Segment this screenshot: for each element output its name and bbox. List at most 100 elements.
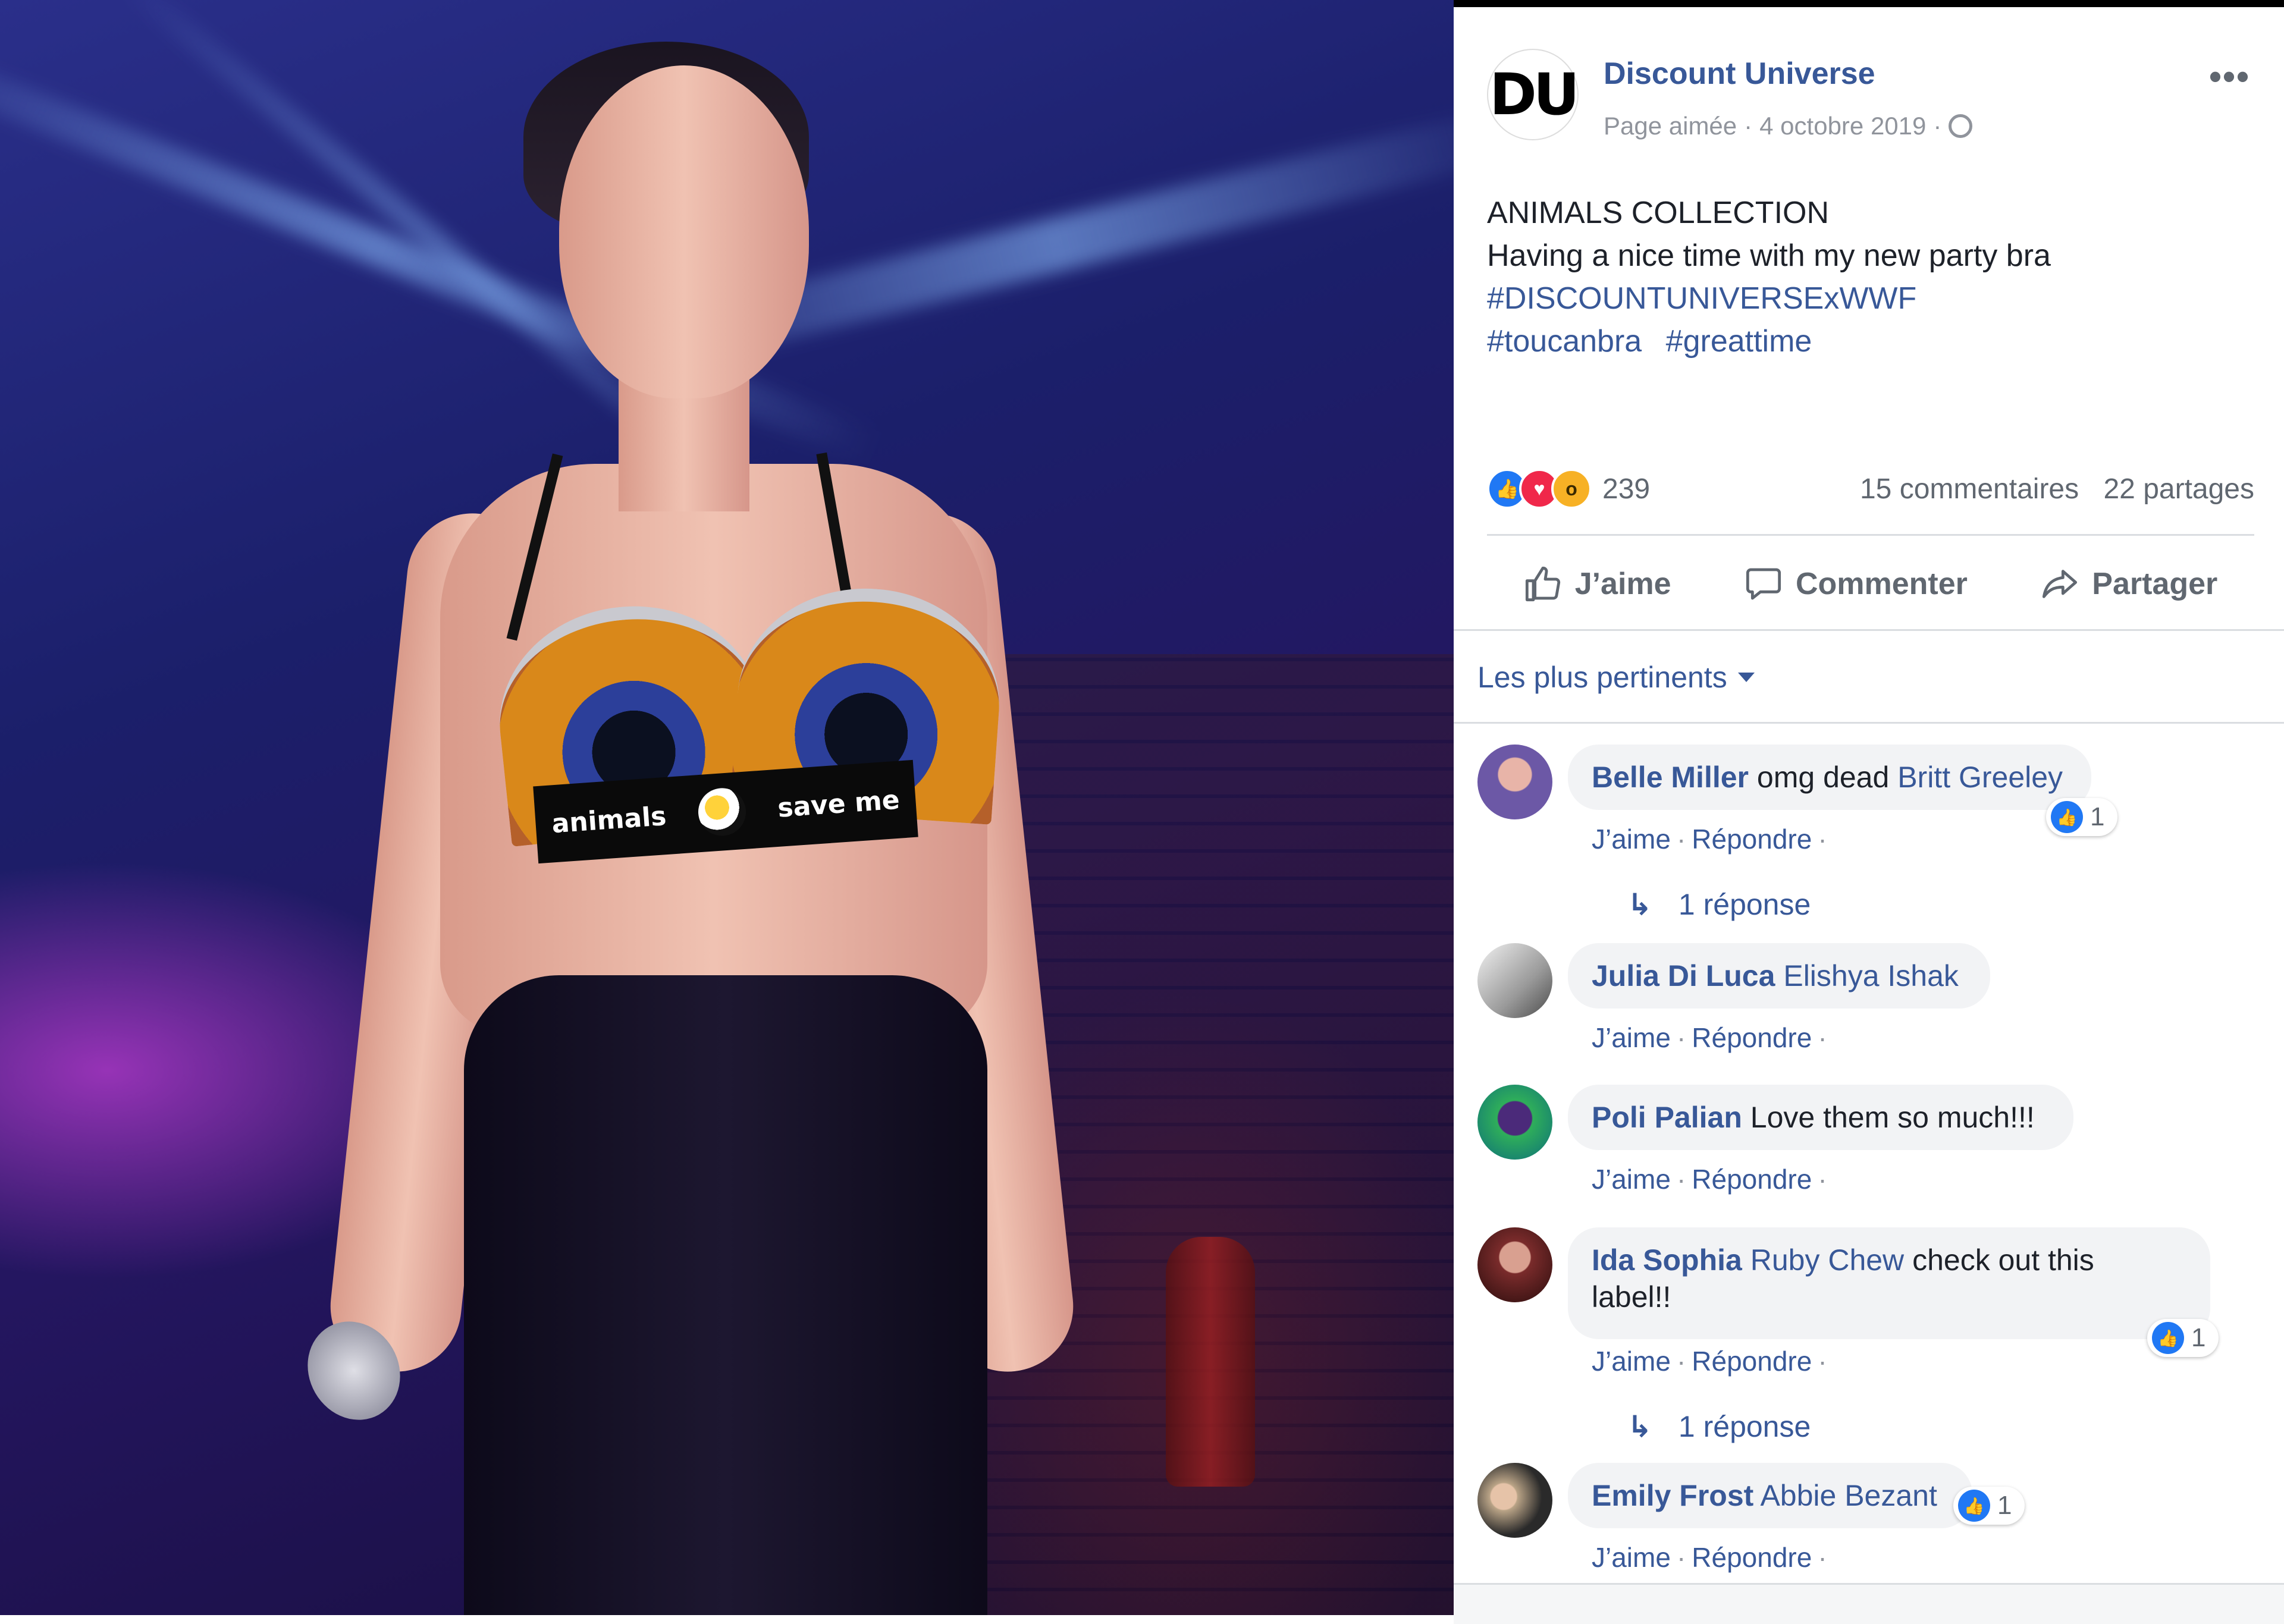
reaction-icons: 👍 ♥ o xyxy=(1487,469,1592,509)
separator: · xyxy=(1676,1542,1686,1573)
comment-like-link[interactable]: J’aime xyxy=(1592,1164,1671,1195)
separator: · xyxy=(1676,1022,1686,1053)
hashtags-row: #toucanbra #greattime xyxy=(1487,320,2051,363)
reply-arrow-icon: ↳ xyxy=(1627,1410,1652,1443)
sort-label: Les plus pertinents xyxy=(1477,661,1727,694)
hashtag-link[interactable]: #DISCOUNTUNIVERSExWWF xyxy=(1487,277,2051,320)
comment-like-count[interactable]: 👍 1 xyxy=(1953,1487,2025,1525)
reaction-count[interactable]: 239 xyxy=(1602,473,1650,505)
comment-author-link[interactable]: Julia Di Luca xyxy=(1592,959,1775,992)
comment-text: Love them so much!!! xyxy=(1750,1101,2035,1134)
performer-jeans xyxy=(464,975,987,1615)
view-replies-link[interactable]: ↳ 1 réponse xyxy=(1627,887,1811,922)
comment-reply-link[interactable]: Répondre xyxy=(1692,824,1812,855)
share-button-label: Partager xyxy=(2092,567,2218,601)
page-status: Page aimée xyxy=(1604,112,1737,140)
reactions-summary[interactable]: 👍 ♥ o 239 xyxy=(1487,469,1650,509)
comment-meta: J’aime · Répondre · xyxy=(1592,1541,1833,1573)
comment-author-link[interactable]: Belle Miller xyxy=(1592,761,1749,794)
like-icon: 👍 xyxy=(2152,1322,2184,1354)
page-name-link[interactable]: Discount Universe xyxy=(1604,56,1875,92)
avatar[interactable] xyxy=(1477,1085,1552,1160)
comment-reply-link[interactable]: Répondre xyxy=(1692,1022,1812,1053)
share-button[interactable]: Partager xyxy=(2041,565,2217,603)
post-photo[interactable]: animals save me xyxy=(0,0,1454,1615)
like-button[interactable]: J’aime xyxy=(1524,565,1671,603)
performer-head xyxy=(559,65,809,398)
hashtag-link[interactable]: #toucanbra xyxy=(1487,324,1642,359)
replies-count: 1 réponse xyxy=(1678,1410,1811,1443)
comment-like-link[interactable]: J’aime xyxy=(1592,1022,1671,1053)
post-date-link[interactable]: 4 octobre 2019 xyxy=(1759,112,1926,140)
comment-reply-link[interactable]: Répondre xyxy=(1692,1346,1812,1377)
comment-like-link[interactable]: J’aime xyxy=(1592,824,1671,855)
comment-bubble-icon xyxy=(1746,568,1781,600)
ellipsis-icon[interactable]: ••• xyxy=(2209,56,2250,97)
separator: · xyxy=(1676,1164,1686,1195)
comment-sort-dropdown[interactable]: Les plus pertinents xyxy=(1477,660,1755,695)
post-panel: DU Discount Universe Page aimée · 4 octo… xyxy=(1454,0,2284,1624)
view-replies-link[interactable]: ↳ 1 réponse xyxy=(1627,1409,1811,1444)
caret-down-icon xyxy=(1737,673,1755,682)
comment-like-number: 1 xyxy=(2191,1323,2206,1352)
comments-count-link[interactable]: 15 commentaires xyxy=(1860,473,2079,505)
stats-right: 15 commentaires 22 partages xyxy=(1843,473,2254,505)
comment-bubble: Ida Sophia Ruby Chew check out this labe… xyxy=(1568,1227,2210,1339)
comment-meta: J’aime · Répondre · xyxy=(1592,1022,1833,1054)
comment-bubble: Belle Miller omg dead Britt Greeley xyxy=(1568,745,2091,810)
shares-count-link[interactable]: 22 partages xyxy=(2103,473,2254,505)
separator: · xyxy=(1933,112,1942,140)
comment-text-line2: label!! xyxy=(1592,1280,1671,1314)
comment-like-count[interactable]: 👍 1 xyxy=(2147,1319,2219,1357)
comment-meta: J’aime · Répondre · xyxy=(1592,1163,1833,1195)
share-arrow-icon xyxy=(2043,570,2078,598)
comment-button-label: Commenter xyxy=(1795,567,1968,601)
mention-link[interactable]: Ruby Chew xyxy=(1750,1243,1904,1277)
toucan-icon xyxy=(697,786,748,838)
wow-icon: o xyxy=(1551,469,1592,509)
mention-link[interactable]: Britt Greeley xyxy=(1897,761,2063,794)
like-icon: 👍 xyxy=(1958,1490,1990,1522)
page-avatar[interactable]: DU xyxy=(1487,49,1580,140)
post-subheader: Page aimée · 4 octobre 2019 · xyxy=(1604,112,1973,140)
comment-bubble: Emily Frost Abbie Bezant xyxy=(1568,1463,1972,1528)
avatar[interactable] xyxy=(1477,1227,1552,1302)
comment-author-link[interactable]: Ida Sophia xyxy=(1592,1243,1742,1277)
band-brand-text: animals xyxy=(550,800,667,839)
post-stats: 👍 ♥ o 239 15 commentaires 22 partages xyxy=(1487,465,2254,513)
comment-composer-edge[interactable] xyxy=(1454,1583,2284,1624)
divider xyxy=(1454,629,2284,631)
page-avatar-initials: DU xyxy=(1489,61,1580,128)
avatar[interactable] xyxy=(1477,745,1552,819)
mention-link[interactable]: Abbie Bezant xyxy=(1760,1479,1937,1512)
hashtag-link[interactable]: #greattime xyxy=(1666,324,1812,359)
mention-link[interactable]: Elishya Ishak xyxy=(1783,959,1959,992)
comment-like-number: 1 xyxy=(1997,1491,2012,1520)
avatar[interactable] xyxy=(1477,1463,1552,1538)
post-body-line: Having a nice time with my new party bra xyxy=(1487,238,2051,273)
comment-reply-link[interactable]: Répondre xyxy=(1692,1542,1812,1573)
divider xyxy=(1454,722,2284,724)
comment-like-link[interactable]: J’aime xyxy=(1592,1542,1671,1573)
replies-count: 1 réponse xyxy=(1678,888,1811,921)
comment-like-link[interactable]: J’aime xyxy=(1592,1346,1671,1377)
like-button-label: J’aime xyxy=(1574,567,1671,601)
separator: · xyxy=(1744,112,1753,140)
comment-text: omg dead xyxy=(1756,761,1890,794)
globe-icon[interactable] xyxy=(1949,114,1973,138)
separator: · xyxy=(1818,1022,1827,1053)
comment-reply-link[interactable]: Répondre xyxy=(1692,1164,1812,1195)
comment-meta: J’aime · Répondre · xyxy=(1592,823,1833,855)
comment-like-count[interactable]: 👍 1 xyxy=(2046,798,2118,836)
separator: · xyxy=(1818,1346,1827,1377)
comment-button[interactable]: Commenter xyxy=(1745,565,1968,603)
comment-author-link[interactable]: Emily Frost xyxy=(1592,1479,1753,1512)
separator: · xyxy=(1818,1164,1827,1195)
post-actions: J’aime Commenter Partager xyxy=(1487,548,2254,620)
like-icon: 👍 xyxy=(2051,801,2083,833)
avatar[interactable] xyxy=(1477,943,1552,1018)
comment-author-link[interactable]: Poli Palian xyxy=(1592,1101,1742,1134)
separator: · xyxy=(1818,1542,1827,1573)
band-slogan-text: save me xyxy=(776,784,901,824)
separator: · xyxy=(1676,824,1686,855)
